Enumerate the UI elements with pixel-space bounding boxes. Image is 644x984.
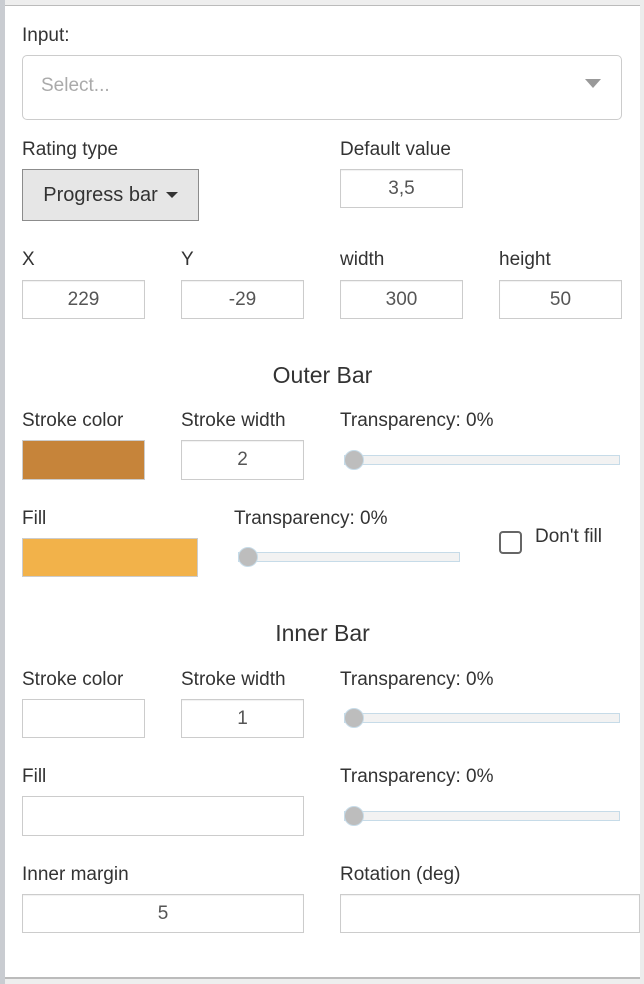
caret-down-icon: [165, 192, 178, 198]
inner-fill-label: Fill: [22, 766, 47, 787]
rotation-input[interactable]: [340, 894, 640, 933]
outer-stroke-transparency-slider[interactable]: [344, 450, 620, 470]
inner-stroke-transparency-slider[interactable]: [344, 708, 620, 728]
rating-type-label: Rating type: [22, 139, 119, 160]
x-input[interactable]: [22, 280, 145, 319]
inner-stroke-color-swatch[interactable]: [22, 699, 145, 738]
window-bottom-border: [5, 977, 640, 984]
outer-fill-transparency-label: Transparency: 0%: [234, 508, 388, 529]
window-right-border: [640, 0, 644, 984]
outer-stroke-transparency-label: Transparency: 0%: [340, 410, 494, 431]
chevron-down-icon: [585, 79, 601, 88]
inner-bar-title: Inner Bar: [275, 620, 370, 646]
x-label: X: [22, 249, 35, 270]
default-value-label: Default value: [340, 139, 451, 160]
slider-thumb[interactable]: [238, 547, 258, 567]
slider-track: [344, 811, 620, 821]
default-value-input[interactable]: [340, 169, 463, 208]
slider-thumb[interactable]: [344, 450, 364, 470]
input-select-placeholder: Select...: [41, 75, 110, 96]
dont-fill-checkbox[interactable]: [499, 531, 522, 554]
rating-type-value: Progress bar: [43, 183, 158, 206]
inner-stroke-color-label: Stroke color: [22, 669, 124, 690]
outer-bar-title: Outer Bar: [272, 362, 373, 388]
outer-fill-color-swatch[interactable]: [22, 538, 198, 577]
outer-stroke-width-input[interactable]: [181, 440, 304, 480]
y-label: Y: [181, 249, 194, 270]
slider-track: [238, 552, 460, 562]
outer-fill-transparency-slider[interactable]: [238, 547, 460, 567]
input-label: Input:: [22, 25, 70, 46]
inner-fill-transparency-slider[interactable]: [344, 806, 620, 826]
slider-track: [344, 455, 620, 465]
inner-stroke-width-input[interactable]: [181, 699, 304, 738]
outer-fill-label: Fill: [22, 508, 47, 529]
height-label: height: [499, 249, 551, 270]
window-top-border: [5, 0, 640, 6]
outer-stroke-color-label: Stroke color: [22, 410, 124, 431]
outer-stroke-width-label: Stroke width: [181, 410, 286, 431]
inner-fill-transparency-label: Transparency: 0%: [340, 766, 494, 787]
slider-thumb[interactable]: [344, 806, 364, 826]
y-input[interactable]: [181, 280, 304, 319]
slider-track: [344, 713, 620, 723]
inner-stroke-transparency-label: Transparency: 0%: [340, 669, 494, 690]
slider-thumb[interactable]: [344, 708, 364, 728]
inner-fill-color-swatch[interactable]: [22, 796, 304, 836]
input-select[interactable]: Select...: [22, 55, 622, 120]
width-input[interactable]: [340, 280, 463, 319]
rotation-label: Rotation (deg): [340, 864, 461, 885]
inner-margin-input[interactable]: [22, 894, 304, 933]
inner-stroke-width-label: Stroke width: [181, 669, 286, 690]
width-label: width: [340, 249, 385, 270]
dont-fill-label: Don't fill: [535, 526, 602, 547]
inner-margin-label: Inner margin: [22, 864, 129, 885]
window-left-border: [0, 0, 5, 984]
height-input[interactable]: [499, 280, 622, 319]
outer-stroke-color-swatch[interactable]: [22, 440, 145, 480]
rating-type-dropdown[interactable]: Progress bar: [22, 169, 199, 221]
